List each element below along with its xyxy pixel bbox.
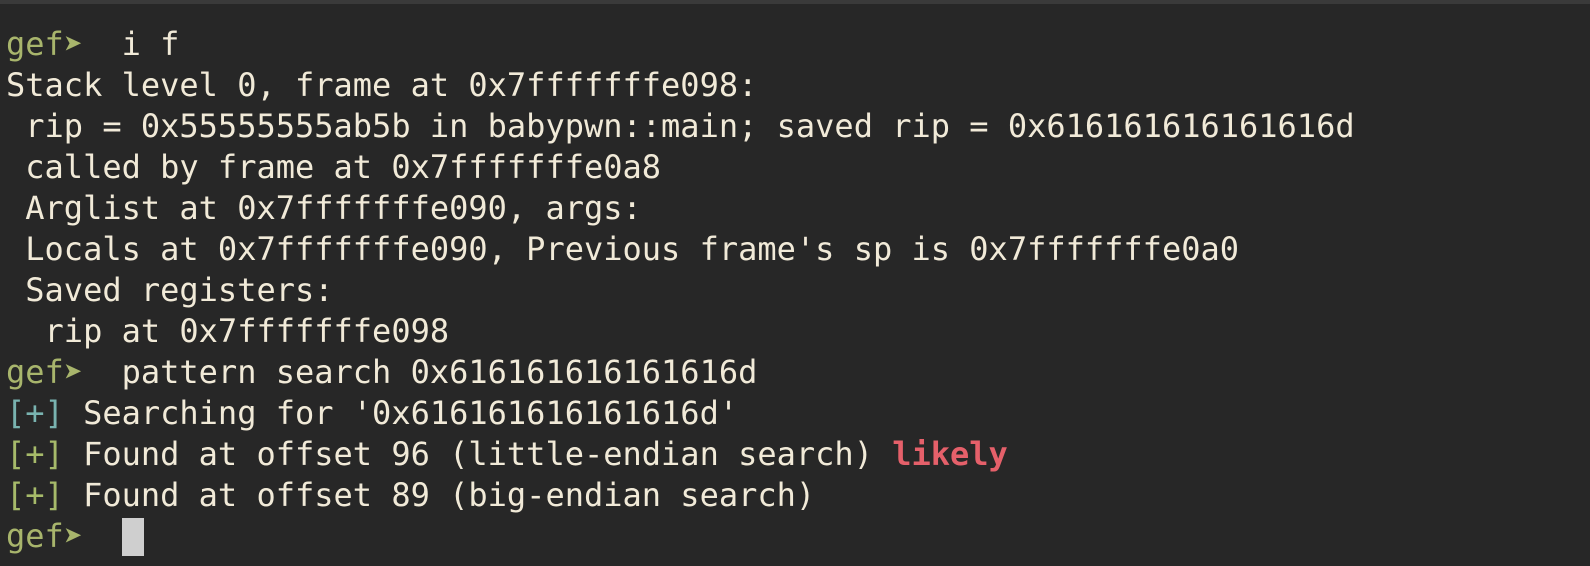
- text-cursor: [121, 517, 144, 556]
- output-line: Arglist at 0x7fffffffe090, args:: [6, 189, 662, 227]
- result-line: [+] Searching for '0x616161616161616d': [6, 393, 1590, 434]
- result-text: Found at offset 96 (little-endian search…: [63, 435, 893, 473]
- result-text: Searching for '0x616161616161616d': [63, 394, 739, 432]
- command-text: pattern search 0x616161616161616d: [83, 353, 758, 391]
- terminal-window[interactable]: gef➤ i f Stack level 0, frame at 0x7ffff…: [0, 0, 1590, 566]
- output-line: rip at 0x7fffffffe098: [6, 312, 450, 350]
- terminal-output: gef➤ i f Stack level 0, frame at 0x7ffff…: [6, 24, 1590, 557]
- prompt-line: gef➤ pattern search 0x616161616161616d: [6, 352, 1590, 393]
- command-input[interactable]: [83, 516, 122, 557]
- result-line: [+] Found at offset 96 (little-endian se…: [6, 434, 1590, 475]
- output-line: Locals at 0x7fffffffe090, Previous frame…: [6, 230, 1239, 268]
- command-text: i f: [83, 25, 180, 63]
- gef-prompt: gef➤: [6, 25, 84, 63]
- gef-prompt: gef➤: [6, 353, 84, 391]
- result-line: [+] Found at offset 89 (big-endian searc…: [6, 475, 1590, 516]
- result-text: Found at offset 89 (big-endian search): [63, 476, 816, 514]
- output-line: called by frame at 0x7fffffffe0a8: [6, 148, 662, 186]
- window-top-border: [0, 0, 1590, 4]
- likely-label: likely: [892, 435, 1008, 473]
- output-line: Stack level 0, frame at 0x7fffffffe098:: [6, 66, 758, 104]
- prompt-line[interactable]: gef➤: [6, 516, 1590, 557]
- info-marker: [+]: [6, 394, 64, 432]
- prompt-line: gef➤ i f: [6, 24, 1590, 65]
- success-marker: [+]: [6, 476, 64, 514]
- success-marker: [+]: [6, 435, 64, 473]
- output-line: Saved registers:: [6, 271, 334, 309]
- output-line: rip = 0x55555555ab5b in babypwn::main; s…: [6, 107, 1355, 145]
- gef-prompt: gef➤: [6, 517, 84, 555]
